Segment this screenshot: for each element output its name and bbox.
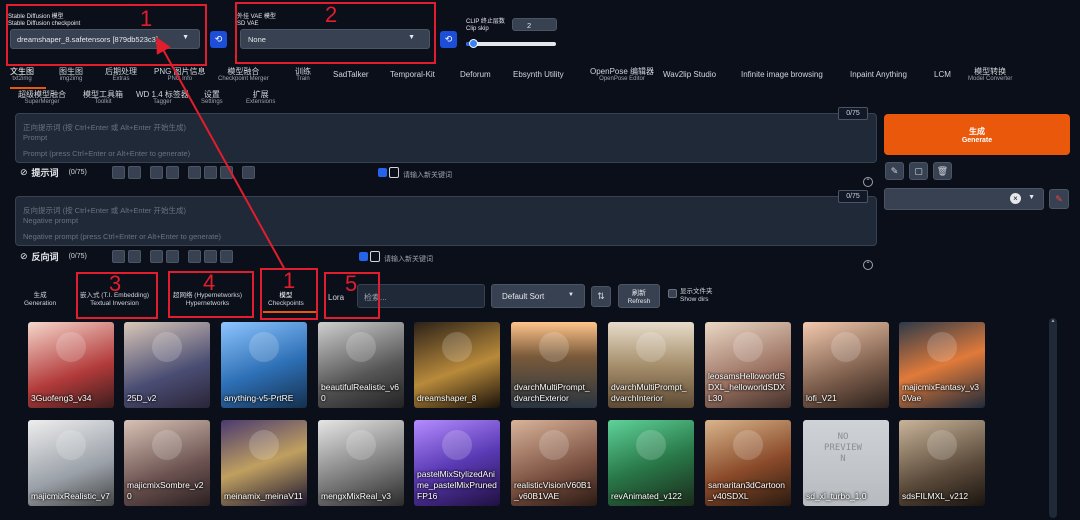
annotation-arrow: [156, 37, 285, 269]
